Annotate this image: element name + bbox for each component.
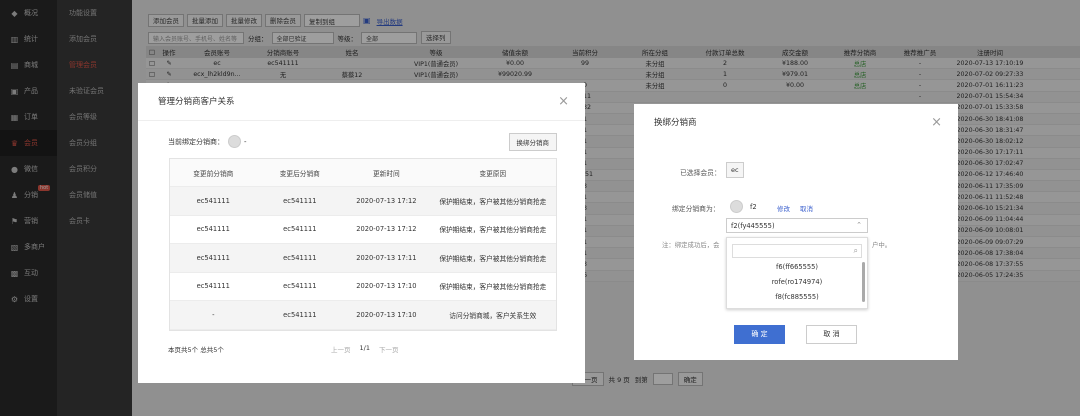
history-column-header: 变更原因 bbox=[479, 169, 507, 178]
chevron-up-icon: ⌃ bbox=[856, 221, 862, 229]
history-cell: ec541111 bbox=[283, 310, 317, 319]
distributor-select-value: f2(fy445555) bbox=[731, 222, 775, 230]
current-distributor-label: 当前绑定分销商： bbox=[168, 137, 224, 146]
history-cell: 2020-07-13 17:10 bbox=[356, 310, 417, 319]
history-cell: 2020-07-13 17:10 bbox=[356, 282, 417, 291]
history-cell: - bbox=[212, 310, 215, 319]
selected-member-label: 已选择会员： bbox=[680, 169, 721, 177]
prev-page-button[interactable]: 上一页 bbox=[331, 344, 351, 354]
distributor-option[interactable]: f6(ff665555) bbox=[727, 260, 867, 275]
bind-note: 注：绑定成功后，会 户中。 bbox=[662, 240, 891, 249]
history-row: ec541111 ec541111 2020-07-13 17:12 保护期结束，客户… bbox=[170, 187, 556, 216]
edit-link[interactable]: 修改 bbox=[777, 203, 790, 213]
page-indicator: 1/1 bbox=[359, 344, 370, 352]
history-cell: 保护期结束，客户被其他分销商抢走 bbox=[439, 226, 547, 235]
confirm-button[interactable]: 确 定 bbox=[734, 325, 785, 344]
dropdown-search-input[interactable]: ⌕ bbox=[732, 244, 862, 258]
history-column-header: 更新时间 bbox=[372, 169, 400, 178]
history-cell: ec541111 bbox=[283, 225, 317, 234]
history-cell: 保护期结束，客户被其他分销商抢走 bbox=[439, 283, 547, 292]
dialog-title-text: 换绑分销商 bbox=[654, 118, 697, 128]
dropdown-scrollbar[interactable] bbox=[862, 262, 865, 302]
history-cell: 2020-07-13 17:12 bbox=[356, 225, 417, 234]
history-cell: ec541111 bbox=[196, 282, 230, 291]
history-cell: 2020-07-13 17:12 bbox=[356, 196, 417, 205]
manage-customer-relations-dialog: 管理分销商客户关系 × 当前绑定分销商： - 换绑分销商 变更前分销商 变更后分销… bbox=[138, 83, 585, 383]
history-cell: ec541111 bbox=[196, 225, 230, 234]
cancel-button[interactable]: 取 消 bbox=[806, 325, 857, 344]
history-cell: 访问分销商城，客户关系生效 bbox=[449, 311, 537, 320]
selected-member-chip: ec bbox=[726, 162, 744, 178]
history-cell: ec541111 bbox=[283, 196, 317, 205]
rebind-distributor-button[interactable]: 换绑分销商 bbox=[508, 133, 557, 151]
distributor-option[interactable]: f8(fc885555) bbox=[727, 290, 867, 305]
history-row: ec541111 ec541111 2020-07-13 17:11 保护期结束，客户… bbox=[170, 244, 556, 273]
bind-distributor-label: 绑定分销商为： bbox=[672, 205, 720, 213]
bind-note-text: 注：绑定成功后，会 bbox=[662, 241, 720, 249]
history-cell: ec541111 bbox=[196, 253, 230, 262]
distributor-dropdown: ⌕ f6(ff665555) rofe(ro174974) f8(fc885555) bbox=[726, 237, 868, 309]
close-icon[interactable]: × bbox=[931, 104, 942, 142]
avatar bbox=[730, 200, 743, 213]
close-icon[interactable]: × bbox=[558, 83, 569, 121]
history-header-row: 变更前分销商 变更后分销商 更新时间 变更原因 bbox=[170, 159, 556, 187]
avatar bbox=[228, 135, 241, 148]
history-summary: 本页共5个 总共5个 bbox=[168, 346, 224, 354]
next-page-button[interactable]: 下一页 bbox=[379, 344, 399, 354]
history-cell: ec541111 bbox=[196, 196, 230, 205]
history-pager: 上一页 1/1 下一页 bbox=[331, 344, 398, 354]
current-distributor: 当前绑定分销商： - bbox=[168, 135, 247, 148]
dialog-title: 管理分销商客户关系 × bbox=[138, 83, 585, 121]
history-cell: 2020-07-13 17:11 bbox=[356, 253, 417, 262]
rebind-distributor-dialog: 换绑分销商 × 已选择会员： ec 绑定分销商为： f2 修改 取消 f2(fy… bbox=[634, 104, 958, 360]
history-row: ec541111 ec541111 2020-07-13 17:12 保护期结束，客户… bbox=[170, 216, 556, 244]
bind-note-tail: 户中。 bbox=[872, 241, 892, 249]
dialog-title-text: 管理分销商客户关系 bbox=[158, 97, 235, 107]
search-icon: ⌕ bbox=[853, 246, 858, 255]
history-row: - ec541111 2020-07-13 17:10 访问分销商城，客户关系生效 bbox=[170, 301, 556, 330]
dialog-title: 换绑分销商 × bbox=[634, 104, 958, 142]
history-cell: 保护期结束，客户被其他分销商抢走 bbox=[439, 254, 547, 263]
history-cell: 保护期结束，客户被其他分销商抢走 bbox=[439, 197, 547, 206]
history-cell: ec541111 bbox=[283, 253, 317, 262]
distributor-option[interactable]: rofe(ro174974) bbox=[727, 275, 867, 290]
history-cell: ec541111 bbox=[283, 282, 317, 291]
history-column-header: 变更前分销商 bbox=[193, 169, 234, 178]
history-row: ec541111 ec541111 2020-07-13 17:10 保护期结束，客户… bbox=[170, 273, 556, 301]
bind-distributor-value: f2 bbox=[750, 203, 757, 211]
history-column-header: 变更后分销商 bbox=[279, 169, 320, 178]
distributor-select[interactable]: f2(fy445555) ⌃ bbox=[726, 218, 868, 233]
current-distributor-value: - bbox=[244, 137, 247, 146]
history-table: 变更前分销商 变更后分销商 更新时间 变更原因 ec541111 ec541111 2020… bbox=[169, 158, 557, 331]
cancel-link[interactable]: 取消 bbox=[800, 203, 813, 213]
